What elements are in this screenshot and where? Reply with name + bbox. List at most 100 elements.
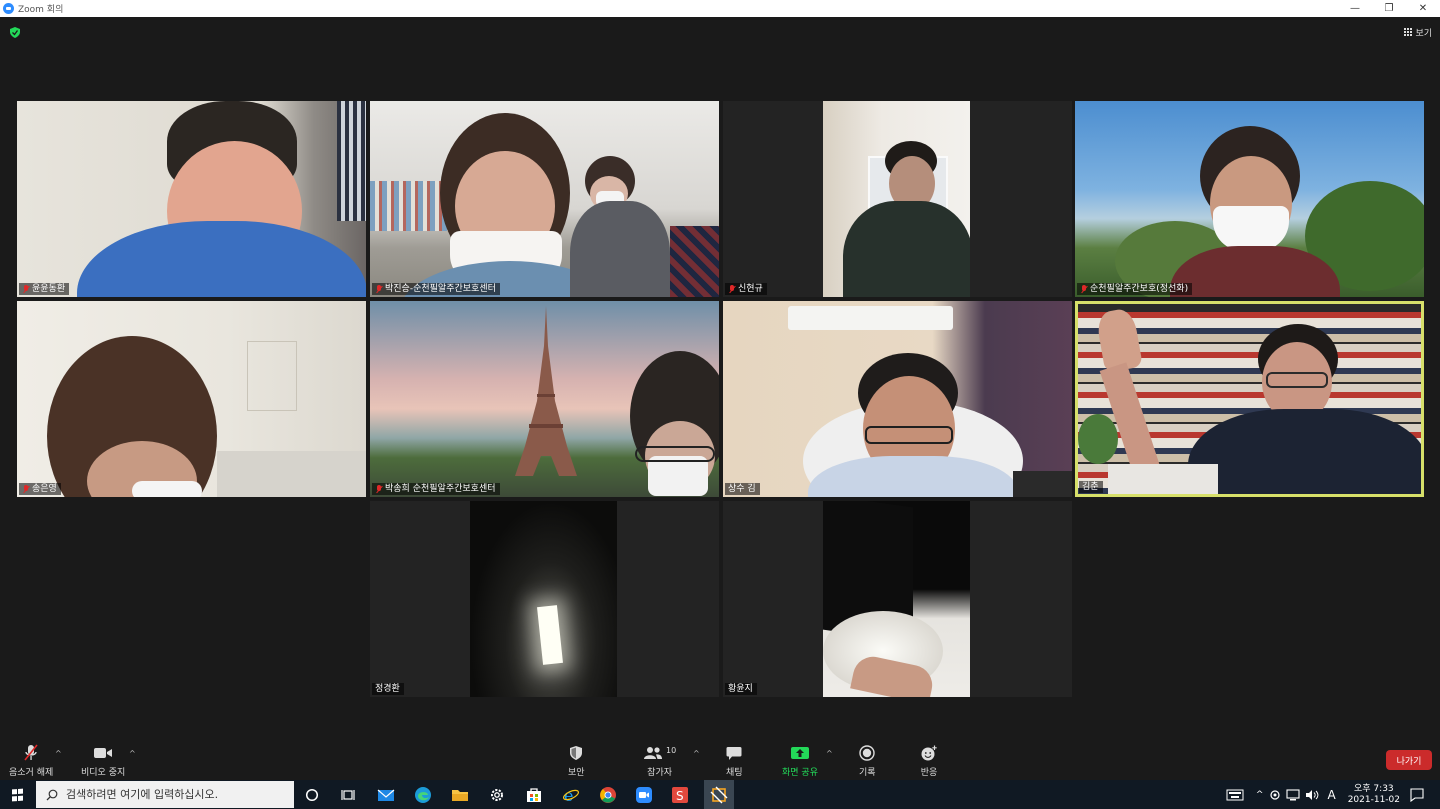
participant-name-label: 황윤지 <box>725 683 757 695</box>
participant-video <box>1078 304 1421 494</box>
minimize-button[interactable]: — <box>1338 0 1372 17</box>
muted-mic-icon <box>375 284 383 294</box>
participants-count: 10 <box>666 745 677 755</box>
participant-name-label: 상수 김 <box>725 483 760 495</box>
participant-name-label: 박송희 순천필알주간보호센터 <box>372 483 500 495</box>
participant-video <box>470 501 617 697</box>
slides-app-icon[interactable]: S <box>669 784 691 806</box>
leave-meeting-button[interactable]: 나가기 <box>1386 750 1432 770</box>
video-tile[interactable]: 송은영 <box>17 301 366 497</box>
record-icon <box>859 745 875 761</box>
participant-video <box>370 101 719 297</box>
volume-speaker-icon[interactable] <box>1305 789 1319 801</box>
muted-mic-icon <box>22 484 30 494</box>
chat-bubble-icon <box>726 746 742 760</box>
mail-icon[interactable] <box>375 784 397 806</box>
participant-name-label: 김춘 <box>1079 481 1103 493</box>
video-tile[interactable]: 신현규 <box>723 101 1072 297</box>
windows-taskbar: e S ^ A 오후 7:33 2021-11-02 <box>0 780 1440 809</box>
video-options-caret[interactable]: ^ <box>129 749 136 758</box>
reactions-button[interactable]: 반응 <box>920 744 938 778</box>
view-label: 보기 <box>1415 28 1432 39</box>
video-tile[interactable]: 박진승-순천필알주간보호센터 <box>370 101 719 297</box>
participants-button[interactable]: 10 참가자 <box>643 744 676 778</box>
muted-mic-icon <box>22 284 30 294</box>
meeting-toolbar: 음소거 해제 ^ 비디오 중지 ^ 보안 10 참가자 ^ 채팅 화면 공유 ^… <box>0 740 1440 780</box>
internet-explorer-icon[interactable]: e <box>560 784 582 806</box>
participant-name-label: 박진승-순천필알주간보호센터 <box>372 283 500 295</box>
video-tile[interactable]: 황윤지 <box>723 501 1072 697</box>
participant-name-label: 윤윤동환 <box>19 283 70 295</box>
share-options-caret[interactable]: ^ <box>826 749 833 758</box>
encryption-shield-icon[interactable] <box>10 27 20 38</box>
grid-icon <box>1404 28 1413 36</box>
reaction-emoji-icon <box>921 745 937 761</box>
video-tile-active-speaker[interactable]: 김춘 <box>1075 301 1424 497</box>
store-icon[interactable] <box>523 784 545 806</box>
share-screen-icon <box>790 747 809 759</box>
participant-name-label: 신현규 <box>725 283 767 295</box>
touch-keyboard-icon[interactable] <box>1226 789 1244 801</box>
view-toggle-button[interactable]: 보기 <box>1404 25 1432 39</box>
restore-button[interactable]: ❐ <box>1372 0 1406 17</box>
muted-mic-icon <box>24 744 38 761</box>
zoom-logo-icon <box>3 3 14 14</box>
stop-video-button[interactable]: 비디오 중지 <box>81 744 125 778</box>
participants-options-caret[interactable]: ^ <box>693 749 700 758</box>
task-view-icon[interactable] <box>337 784 359 806</box>
participant-video <box>370 301 719 497</box>
video-tile[interactable]: 순천필알주간보호(정선화) <box>1075 101 1424 297</box>
eiffel-tower-background <box>515 306 577 476</box>
ime-indicator[interactable]: A <box>1327 788 1335 802</box>
windows-logo-icon <box>12 788 24 801</box>
system-tray: ^ A 오후 7:33 2021-11-02 <box>1226 780 1440 809</box>
video-tile[interactable]: 윤윤동환 <box>17 101 366 297</box>
window-titlebar: Zoom 회의 — ❐ ✕ <box>0 0 1440 17</box>
participant-video <box>17 101 366 297</box>
window-controls: — ❐ ✕ <box>1338 0 1440 17</box>
start-button[interactable] <box>0 780 36 809</box>
muted-mic-icon <box>375 484 383 494</box>
taskbar-clock[interactable]: 오후 7:33 2021-11-02 <box>1348 784 1400 806</box>
zoom-app-icon[interactable] <box>633 784 655 806</box>
close-button[interactable]: ✕ <box>1406 0 1440 17</box>
unmute-button[interactable]: 음소거 해제 <box>9 744 53 778</box>
snipping-tool-icon[interactable] <box>704 780 734 809</box>
file-explorer-icon[interactable] <box>449 784 471 806</box>
security-button[interactable]: 보안 <box>568 744 585 778</box>
search-icon <box>46 789 58 800</box>
clock-date: 2021-11-02 <box>1347 794 1400 805</box>
action-center-notification-icon[interactable] <box>1410 787 1424 802</box>
camera-status-icon[interactable] <box>1269 789 1281 801</box>
record-button[interactable]: 기록 <box>859 744 876 778</box>
audio-options-caret[interactable]: ^ <box>55 749 62 758</box>
cortana-icon[interactable] <box>301 784 323 806</box>
video-tile[interactable]: 상수 김 <box>723 301 1072 497</box>
share-screen-button[interactable]: 화면 공유 <box>782 744 818 778</box>
chrome-icon[interactable] <box>597 784 619 806</box>
taskbar-search-box[interactable] <box>36 781 294 808</box>
participants-icon <box>644 747 662 759</box>
video-tile[interactable]: 박송희 순천필알주간보호센터 <box>370 301 719 497</box>
video-camera-icon <box>94 748 113 758</box>
search-input[interactable] <box>66 788 286 801</box>
svg-text:S: S <box>676 789 684 803</box>
window-title: Zoom 회의 <box>18 5 64 15</box>
clock-time: 오후 7:33 <box>1354 783 1394 794</box>
participant-video <box>823 501 970 697</box>
meeting-area: 보기 윤윤동환 박진승-순천필알주간보호센터 신현규 순천필알주간보호(정선화)… <box>0 17 1440 740</box>
chat-button[interactable]: 채팅 <box>726 744 743 778</box>
video-tile[interactable]: 정경환 <box>370 501 719 697</box>
network-icon[interactable] <box>1286 788 1301 801</box>
participant-video <box>17 301 366 497</box>
show-hidden-icons-chevron-icon[interactable]: ^ <box>1256 790 1264 800</box>
muted-mic-icon <box>728 284 736 294</box>
participant-name-label: 정경환 <box>372 683 404 695</box>
participant-video <box>723 301 1072 497</box>
settings-gear-icon[interactable] <box>486 784 508 806</box>
shield-icon <box>570 746 583 760</box>
participant-name-label: 순천필알주간보호(정선화) <box>1077 283 1193 295</box>
muted-mic-icon <box>1080 284 1088 294</box>
participant-name-label: 송은영 <box>19 483 61 495</box>
edge-browser-icon[interactable] <box>412 784 434 806</box>
